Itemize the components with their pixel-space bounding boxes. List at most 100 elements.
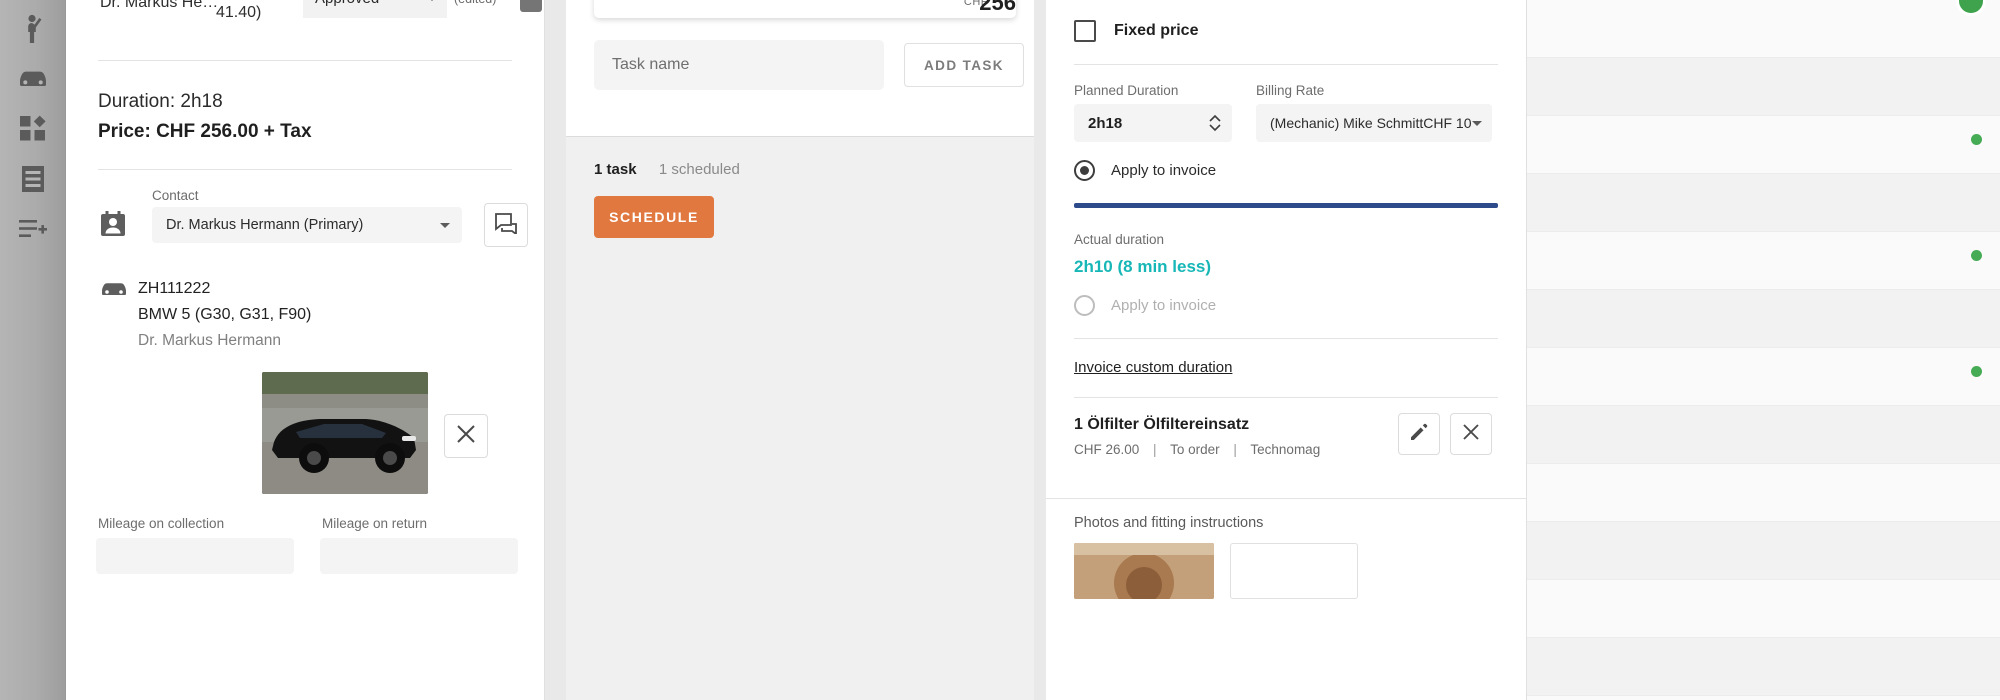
vehicle-section: ZH111222 BMW 5 (G30, G31, F90) Dr. Marku… <box>96 262 514 354</box>
chevron-down-icon <box>1472 120 1482 126</box>
photos-label: Photos and fitting instructions <box>1074 515 1264 531</box>
contact-label: Contact <box>152 188 199 203</box>
part-supplier: Technomag <box>1250 442 1321 457</box>
task-card-amount: 256 <box>979 0 1016 15</box>
tasks-top-section: CHF 256 ADD TASK <box>566 0 1034 136</box>
part-line-item: 1 Ölfilter Ölfiltereinsatz CHF 26.00 | T… <box>1074 413 1498 476</box>
actual-duration-value-row: 2h10 (8 min less) <box>1074 257 1498 277</box>
calendar-row[interactable] <box>1527 174 2000 232</box>
column-gutter <box>544 0 566 700</box>
calendar-row[interactable] <box>1527 522 2000 580</box>
mileage-collection-input[interactable] <box>96 538 294 574</box>
calendar-event-dot <box>1971 366 1982 377</box>
status-dropdown[interactable]: Approved <box>303 0 447 18</box>
apply-to-invoice-actual-radio[interactable] <box>1074 295 1095 316</box>
calendar-row[interactable] <box>1527 580 2000 638</box>
job-header-row: Dr. Markus He… 41.40) Approved (edited) <box>96 0 542 34</box>
divider <box>1046 498 1526 499</box>
contact-section: Contact Dr. Markus Hermann (Primary) <box>96 170 528 262</box>
sidebar-item-new-entry[interactable] <box>0 204 66 254</box>
vehicle-model: BMW 5 (G30, G31, F90) <box>138 306 312 323</box>
add-task-button[interactable]: ADD TASK <box>904 43 1024 87</box>
mileage-return-input[interactable] <box>320 538 518 574</box>
task-count-total: 1 task <box>594 161 637 178</box>
duration-price-block: Duration: 2h18 Price: CHF 256.00 + Tax <box>96 61 514 169</box>
duration-rate-row: Planned Duration 2h18 Billing Rate (Mech… <box>1074 65 1498 142</box>
photo-thumbnails <box>1074 543 1498 599</box>
edited-note: (edited) <box>454 0 496 6</box>
mileage-collection-label: Mileage on collection <box>98 516 225 531</box>
calendar-row[interactable] <box>1527 464 2000 522</box>
calendar-row[interactable] <box>1527 638 2000 696</box>
receipt-icon <box>20 165 46 193</box>
calendar-row[interactable] <box>1527 116 2000 174</box>
stepper-arrows-icon <box>1208 113 1222 133</box>
invoice-custom-duration-link[interactable]: Invoice custom duration <box>1074 359 1232 376</box>
sidebar-item-invoices[interactable] <box>0 154 66 204</box>
calendar-strip <box>1526 0 2000 700</box>
pencil-icon <box>1409 422 1429 447</box>
task-name-input[interactable] <box>594 40 884 90</box>
mileage-return-label: Mileage on return <box>322 516 428 531</box>
divider <box>1074 397 1498 398</box>
part-status: To order <box>1170 442 1220 457</box>
billing-rate-group: Billing Rate (Mechanic) Mike SchmittCHF … <box>1256 83 1492 142</box>
planned-duration-stepper[interactable]: 2h18 <box>1074 104 1232 142</box>
car-icon <box>18 69 48 89</box>
task-counts: 1 task 1 scheduled <box>594 161 1006 178</box>
vehicle-plate: ZH111222 <box>138 280 211 297</box>
edit-part-button[interactable] <box>1398 413 1440 455</box>
contact-dropdown[interactable]: Dr. Markus Hermann (Primary) <box>152 207 462 243</box>
column-gutter <box>1034 0 1046 700</box>
car-icon <box>100 280 128 303</box>
delete-part-button[interactable] <box>1450 413 1492 455</box>
part-price: CHF 26.00 <box>1074 442 1140 457</box>
planned-duration-label: Planned Duration <box>1074 83 1179 98</box>
divider <box>1074 338 1498 339</box>
calendar-event-dot <box>1971 134 1982 145</box>
vehicle-owner: Dr. Markus Hermann <box>138 332 281 349</box>
billing-rate-value: (Mechanic) Mike SchmittCHF 10 <box>1270 115 1472 131</box>
remove-photo-button[interactable] <box>444 414 488 458</box>
schedule-button[interactable]: SCHEDULE <box>594 196 714 238</box>
chat-bubbles-icon <box>494 212 518 239</box>
mileage-collection-group: Mileage on collection <box>96 516 294 574</box>
planned-duration-value: 2h18 <box>1088 114 1123 132</box>
contact-card-icon <box>100 210 126 243</box>
vehicle-photo <box>262 372 428 494</box>
calendar-row[interactable] <box>1527 348 2000 406</box>
dashboard-shapes-icon <box>19 115 47 143</box>
task-detail-panel: Fixed price Planned Duration 2h18 Billin… <box>1046 0 1526 700</box>
billing-rate-dropdown[interactable]: (Mechanic) Mike SchmittCHF 10 <box>1256 104 1492 142</box>
calendar-row[interactable] <box>1527 58 2000 116</box>
calendar-row[interactable] <box>1527 232 2000 290</box>
close-icon <box>1461 422 1481 447</box>
fixed-price-label: Fixed price <box>1114 22 1199 39</box>
chat-button[interactable] <box>484 203 528 247</box>
calendar-row[interactable] <box>1527 406 2000 464</box>
calendar-row[interactable] <box>1527 0 2000 58</box>
header-amount: 41.40) <box>216 4 262 21</box>
fixed-price-checkbox[interactable] <box>1074 20 1096 42</box>
sidebar-item-vehicles[interactable] <box>0 54 66 104</box>
calendar-row[interactable] <box>1527 290 2000 348</box>
planned-duration-group: Planned Duration 2h18 <box>1074 83 1232 142</box>
fixed-price-row: Fixed price <box>1074 0 1498 46</box>
tasks-body: 1 task 1 scheduled SCHEDULE <box>566 137 1034 238</box>
header-square-button[interactable] <box>520 0 542 12</box>
status-value: Approved <box>315 0 379 7</box>
apply-to-invoice-actual-row: Apply to invoice <box>1074 295 1498 316</box>
left-icon-rail <box>0 0 66 700</box>
sidebar-item-dashboard[interactable] <box>0 104 66 154</box>
sidebar-item-customers[interactable] <box>0 4 66 54</box>
chevron-down-icon <box>440 222 450 228</box>
person-waving-icon <box>20 14 46 44</box>
add-list-icon <box>19 219 47 239</box>
photo-thumbnail[interactable] <box>1074 543 1214 599</box>
photo-thumbnail-empty[interactable] <box>1230 543 1358 599</box>
apply-to-invoice-planned-radio[interactable] <box>1074 160 1095 181</box>
apply-to-invoice-planned-label: Apply to invoice <box>1111 162 1217 179</box>
progress-bar <box>1074 203 1498 208</box>
vehicle-photo-row <box>96 372 514 500</box>
chevron-down-icon <box>427 0 437 1</box>
